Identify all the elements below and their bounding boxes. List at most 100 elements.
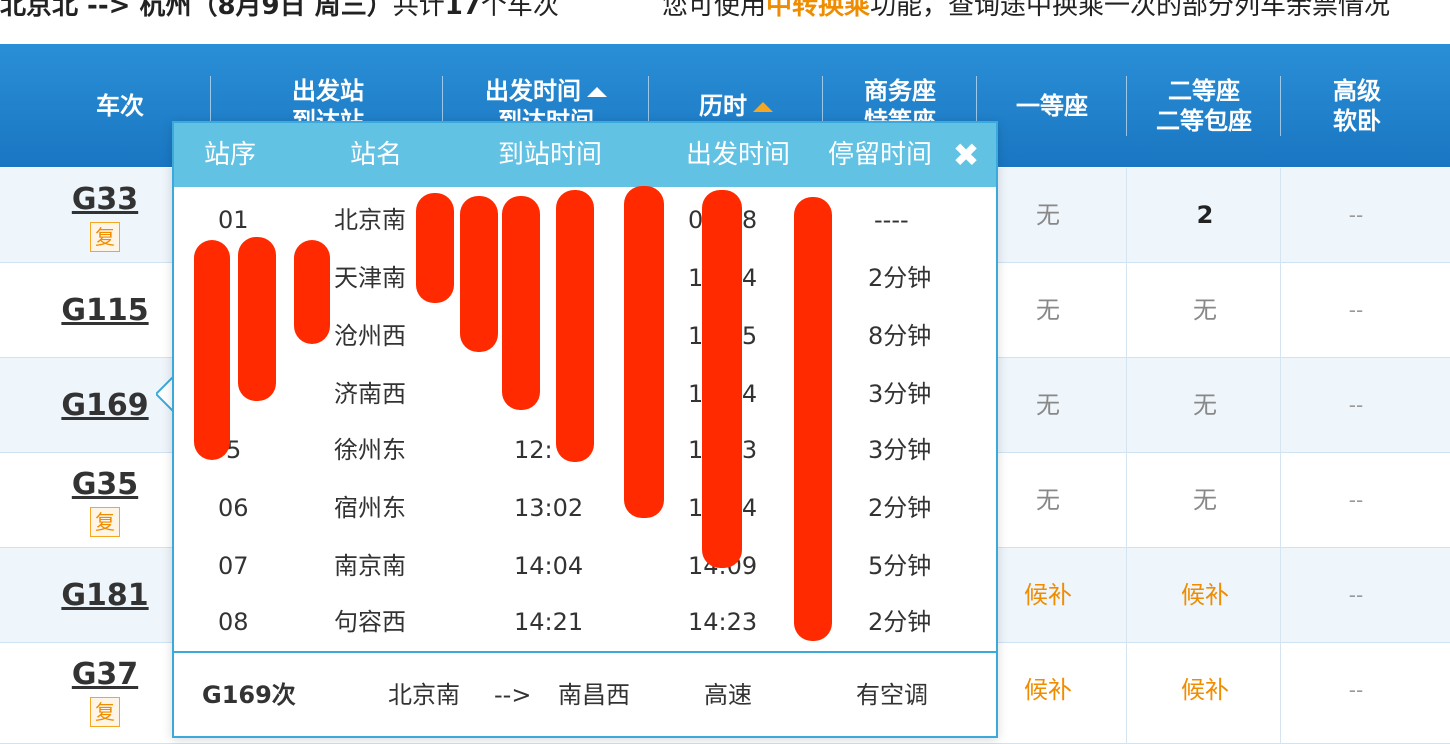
return-badge[interactable]: 复 bbox=[90, 222, 120, 252]
soft-sleeper-seat: -- bbox=[1348, 393, 1364, 417]
route-text: 北京北 --> 杭州（8月9日 周三） bbox=[0, 0, 393, 21]
stop-name: 沧州西 bbox=[334, 322, 406, 350]
second-class-seat[interactable]: 2 bbox=[1135, 200, 1275, 230]
sort-asc-icon[interactable] bbox=[587, 86, 607, 97]
redaction-mark bbox=[416, 193, 454, 303]
col-duration-label: 历时 bbox=[699, 91, 747, 120]
stop-arrive: 13:02 bbox=[514, 494, 584, 522]
popup-col-stop: 停留时间 bbox=[828, 140, 933, 170]
footer-to: 南昌西 bbox=[558, 681, 630, 709]
redaction-mark bbox=[624, 186, 664, 518]
first-class-seat[interactable]: 候补 bbox=[978, 675, 1118, 705]
train-number-link[interactable]: G181 bbox=[30, 578, 180, 614]
popup-footer: G169次 北京南 --> 南昌西 高速 有空调 bbox=[174, 651, 996, 736]
stop-seq: 08 bbox=[218, 608, 249, 636]
stop-duration: 2分钟 bbox=[868, 608, 932, 636]
stop-duration: 2分钟 bbox=[868, 264, 932, 292]
second-class-seat[interactable]: 候补 bbox=[1135, 675, 1275, 705]
notice-prefix: 您可使用 bbox=[662, 0, 767, 21]
header-divider bbox=[1126, 76, 1127, 136]
soft-sleeper-seat: -- bbox=[1348, 298, 1364, 322]
stop-duration: 2分钟 bbox=[868, 494, 932, 522]
first-class-seat: 无 bbox=[1036, 296, 1060, 324]
stop-name: 徐州东 bbox=[334, 436, 406, 464]
stop-arrive: 12: bbox=[514, 436, 553, 464]
count-suffix: 个车次 bbox=[480, 0, 559, 21]
col-depart-time-label: 出发时间 bbox=[485, 76, 581, 105]
train-number-link[interactable]: G37 bbox=[30, 657, 180, 693]
header-divider bbox=[1280, 76, 1281, 136]
transfer-link[interactable]: 中转换乘 bbox=[766, 0, 870, 21]
redaction-mark bbox=[794, 197, 832, 641]
col-soft-label-1: 高级 bbox=[1333, 76, 1381, 105]
sort-asc-icon[interactable] bbox=[753, 101, 773, 112]
stop-name: 北京南 bbox=[334, 206, 406, 234]
result-summary: 北京北 --> 杭州（8月9日 周三）共计17个车次 您可使用中转换乘功能，查询… bbox=[0, 0, 1450, 26]
col-first: 一等座 bbox=[978, 44, 1126, 167]
return-badge[interactable]: 复 bbox=[90, 507, 120, 537]
col-soft-label-2: 软卧 bbox=[1333, 106, 1381, 135]
soft-sleeper-seat: -- bbox=[1348, 678, 1364, 702]
first-class-seat: 无 bbox=[1036, 391, 1060, 419]
redaction-mark bbox=[556, 190, 594, 462]
train-number-link[interactable]: G115 bbox=[30, 293, 180, 329]
stop-seq: 06 bbox=[218, 494, 249, 522]
popup-col-depart: 出发时间 bbox=[686, 140, 791, 170]
stop-name: 句容西 bbox=[334, 608, 406, 636]
soft-sleeper-seat: -- bbox=[1348, 583, 1364, 607]
redaction-mark bbox=[194, 240, 230, 460]
col-depart-station-label: 出发站 bbox=[292, 76, 364, 105]
stop-name: 宿州东 bbox=[334, 494, 406, 522]
redaction-mark bbox=[460, 196, 498, 352]
stop-arrive: 14:04 bbox=[514, 552, 584, 580]
redaction-mark bbox=[294, 240, 330, 344]
footer-from: 北京南 bbox=[388, 681, 460, 709]
second-class-seat: 无 bbox=[1193, 296, 1217, 324]
col-soft-sleeper: 高级 软卧 bbox=[1282, 44, 1432, 167]
col-second-label: 二等座 bbox=[1168, 76, 1240, 105]
col-train-label: 车次 bbox=[96, 91, 144, 120]
count-prefix: 共计 bbox=[392, 0, 445, 21]
stop-duration: 3分钟 bbox=[868, 380, 932, 408]
return-badge[interactable]: 复 bbox=[90, 697, 120, 727]
redaction-mark bbox=[238, 237, 276, 401]
col-business-label: 商务座 bbox=[864, 76, 936, 105]
popup-col-seq: 站序 bbox=[204, 140, 257, 170]
column-divider bbox=[1126, 168, 1127, 744]
second-class-seat: 无 bbox=[1193, 486, 1217, 514]
stop-duration: 5分钟 bbox=[868, 552, 932, 580]
transfer-notice: 您可使用中转换乘功能，查询途中换乘一次的部分列车余票情况 bbox=[662, 0, 1390, 26]
stop-arrive: 14:21 bbox=[514, 608, 584, 636]
footer-ac: 有空调 bbox=[856, 681, 928, 709]
stop-duration: 8分钟 bbox=[868, 322, 932, 350]
stop-name: 南京南 bbox=[334, 552, 406, 580]
popup-col-name: 站名 bbox=[350, 140, 403, 170]
redaction-mark bbox=[702, 190, 742, 568]
first-class-seat[interactable]: 候补 bbox=[978, 580, 1118, 610]
col-first-label: 一等座 bbox=[1016, 91, 1088, 120]
second-class-seat: 无 bbox=[1193, 391, 1217, 419]
train-number-link[interactable]: G35 bbox=[30, 467, 180, 503]
footer-train: G169次 bbox=[202, 681, 296, 709]
stop-row: 06 宿州东 13:02 13:04 2分钟 bbox=[174, 479, 996, 537]
popup-header: 站序 站名 到站时间 出发时间 停留时间 ✖ bbox=[174, 123, 996, 187]
soft-sleeper-seat: -- bbox=[1348, 203, 1364, 227]
footer-train-type: 高速 bbox=[704, 681, 752, 709]
stop-row: 08 句容西 14:21 14:23 2分钟 bbox=[174, 593, 996, 651]
column-divider bbox=[1280, 168, 1281, 744]
stop-row: 07 南京南 14:04 14:09 5分钟 bbox=[174, 537, 996, 595]
stop-name: 天津南 bbox=[334, 264, 406, 292]
notice-suffix: 功能，查询途中换乘一次的部分列车余票情况 bbox=[870, 0, 1391, 21]
close-icon[interactable]: ✖ bbox=[950, 139, 982, 171]
col-second: 二等座 二等包座 bbox=[1128, 44, 1280, 167]
stop-name: 济南西 bbox=[334, 380, 406, 408]
train-number-link[interactable]: G33 bbox=[30, 182, 180, 218]
first-class-seat: 无 bbox=[1036, 486, 1060, 514]
col-second-box-label: 二等包座 bbox=[1156, 106, 1252, 135]
stop-duration: ---- bbox=[874, 206, 909, 234]
popup-col-arrive: 到站时间 bbox=[498, 140, 603, 170]
second-class-seat[interactable]: 候补 bbox=[1135, 580, 1275, 610]
stop-duration: 3分钟 bbox=[868, 436, 932, 464]
train-count: 17 bbox=[444, 0, 481, 21]
first-class-seat: 无 bbox=[1036, 201, 1060, 229]
